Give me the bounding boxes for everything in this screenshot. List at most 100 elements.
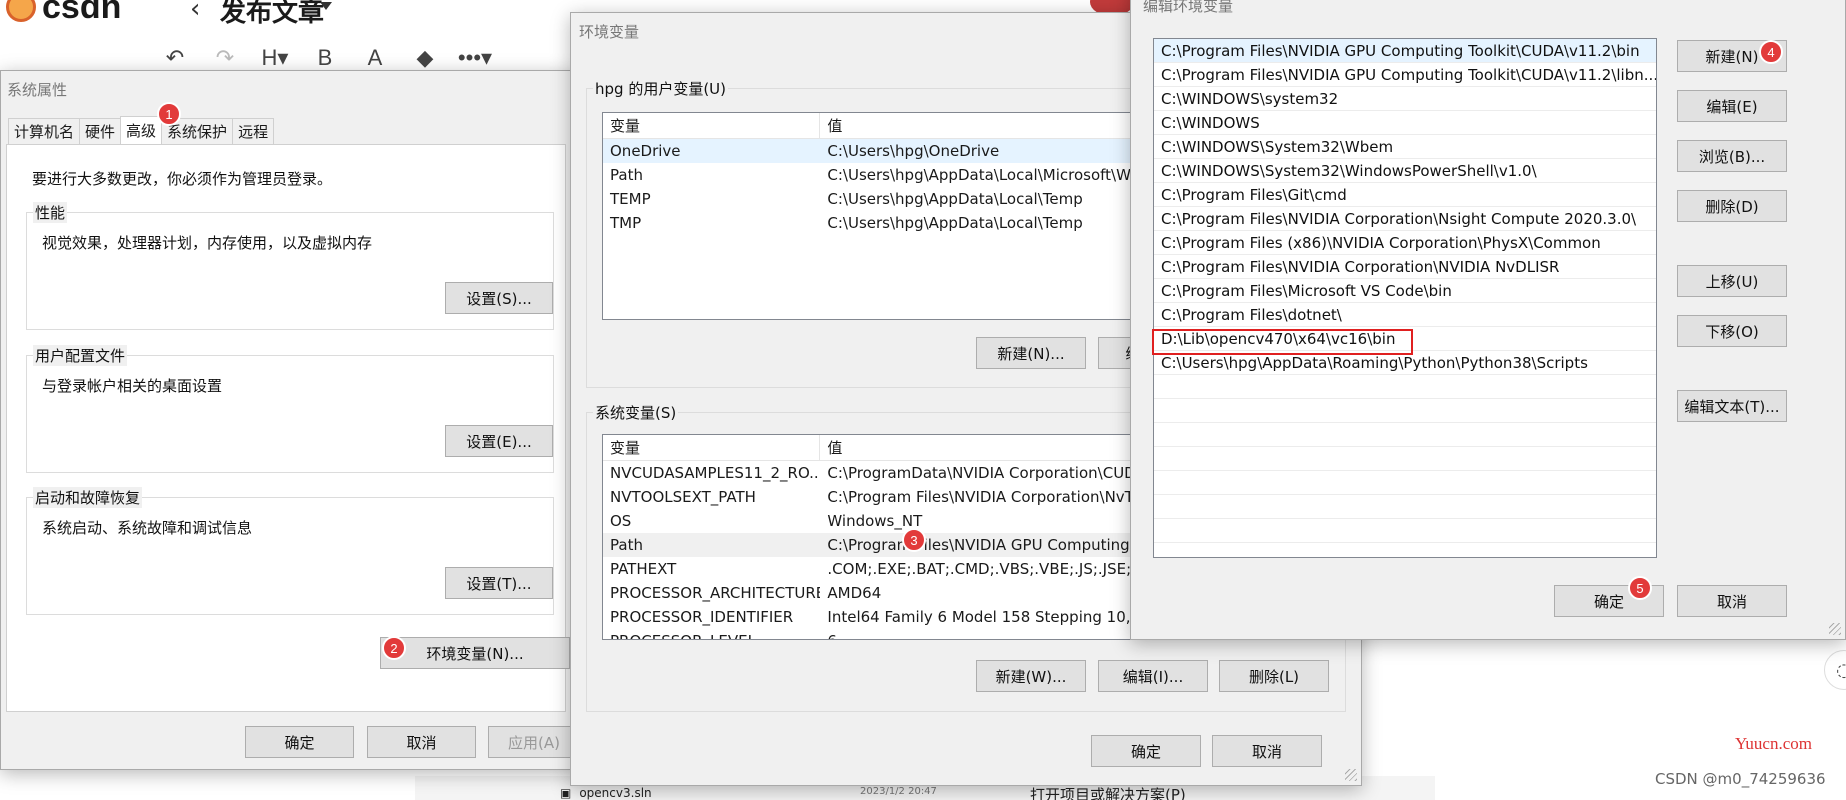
path-entry[interactable]: C:\WINDOWS\system32: [1154, 87, 1656, 111]
window-title: 编辑环境变量: [1143, 0, 1234, 15]
empty-path-slot[interactable]: [1154, 375, 1656, 399]
editor-toolbar: ↶ ↷ H▾ B A ◆ •••▾: [150, 44, 500, 72]
open-project-link[interactable]: 打开项目或解决方案(P): [1030, 784, 1186, 800]
variable-name: NVTOOLSEXT_PATH: [610, 488, 756, 506]
environment-variables-button[interactable]: 环境变量(N)...: [380, 637, 570, 669]
page-title: 发布文章: [220, 0, 325, 28]
path-entries-list: C:\Program Files\NVIDIA GPU Computing To…: [1153, 38, 1657, 558]
performance-settings-button[interactable]: 设置(S)...: [445, 282, 553, 314]
envvars-cancel-button[interactable]: 取消: [1212, 735, 1322, 767]
window-title: 系统属性: [7, 81, 68, 99]
tab-4[interactable]: 远程: [232, 118, 275, 144]
heading-icon[interactable]: H▾: [250, 44, 300, 72]
startup-settings-button[interactable]: 设置(T)...: [445, 567, 553, 599]
group-label: 系统变量(S): [593, 402, 679, 423]
path-entry[interactable]: C:\Program Files\NVIDIA Corporation\Nsig…: [1154, 207, 1656, 231]
fill-color-icon[interactable]: ◆: [400, 44, 450, 72]
empty-path-slot[interactable]: [1154, 495, 1656, 519]
empty-path-slot[interactable]: [1154, 471, 1656, 495]
watermark-author: CSDN @m0_74259636: [1655, 770, 1826, 788]
path-edit-text-button[interactable]: 编辑文本(T)...: [1677, 390, 1787, 422]
column-header-variable[interactable]: 变量: [603, 435, 821, 460]
variable-name: NVCUDASAMPLES11_2_RO...: [610, 464, 821, 482]
file-date: 2023/1/2 20:47: [860, 786, 937, 797]
highlight-box: [1152, 329, 1413, 355]
path-entry[interactable]: C:\Program Files\Git\cmd: [1154, 183, 1656, 207]
redo-icon[interactable]: ↷: [200, 44, 250, 72]
sysprops-apply-button[interactable]: 应用(A): [488, 726, 580, 758]
variable-name: PROCESSOR_ARCHITECTURE: [610, 584, 821, 602]
variable-name: Path: [610, 536, 643, 554]
path-delete-button[interactable]: 删除(D): [1677, 190, 1787, 222]
chevron-left-icon[interactable]: ‹: [190, 0, 200, 24]
step-marker-5: 5: [1628, 576, 1652, 600]
watermark-site: Yuucn.com: [1735, 734, 1812, 753]
variable-name: PROCESSOR_LEVEL: [603, 632, 820, 639]
resize-grip[interactable]: [1829, 623, 1841, 635]
caret-down-icon[interactable]: [320, 2, 332, 10]
system-delete-button[interactable]: 删除(L): [1219, 660, 1329, 692]
path-entry[interactable]: C:\WINDOWS: [1154, 111, 1656, 135]
empty-path-slot[interactable]: [1154, 447, 1656, 471]
more-icon[interactable]: •••▾: [450, 44, 500, 72]
path-entry[interactable]: C:\WINDOWS\System32\Wbem: [1154, 135, 1656, 159]
group-label: 用户配置文件: [33, 345, 128, 366]
sysprops-cancel-button[interactable]: 取消: [367, 726, 476, 758]
group-label: 启动和故障恢复: [33, 487, 143, 508]
group-label: hpg 的用户变量(U): [593, 78, 729, 99]
step-marker-1: 1: [157, 102, 181, 126]
path-entry[interactable]: C:\Program Files\NVIDIA GPU Computing To…: [1154, 63, 1656, 87]
variable-name: OneDrive: [610, 142, 681, 160]
window-title: 环境变量: [579, 23, 640, 41]
empty-path-slot[interactable]: [1154, 423, 1656, 447]
csdn-logo[interactable]: csdn: [6, 0, 121, 24]
variable-name: TMP: [610, 214, 642, 232]
path-move-up-button[interactable]: 上移(U): [1677, 265, 1787, 297]
variable-name: TEMP: [610, 190, 651, 208]
admin-note: 要进行大多数更改，你必须作为管理员登录。: [32, 170, 333, 188]
empty-path-slot[interactable]: [1154, 399, 1656, 423]
user-profile-settings-button[interactable]: 设置(E)...: [445, 425, 553, 457]
variable-name: PATHEXT: [610, 560, 677, 578]
tab-1[interactable]: 硬件: [79, 118, 122, 144]
editenv-cancel-button[interactable]: 取消: [1677, 585, 1787, 617]
startup-recovery-desc: 系统启动、系统故障和调试信息: [42, 519, 253, 537]
user-profile-desc: 与登录帐户相关的桌面设置: [42, 377, 223, 395]
file-item[interactable]: ▣ opencv3.sln: [560, 786, 652, 800]
path-entry[interactable]: C:\Program Files\NVIDIA Corporation\NVID…: [1154, 255, 1656, 279]
tab-2[interactable]: 高级: [120, 116, 163, 144]
path-edit-button[interactable]: 编辑(E): [1677, 90, 1787, 122]
path-browse-button[interactable]: 浏览(B)...: [1677, 140, 1787, 172]
group-label: 性能: [33, 202, 68, 223]
user-new-button[interactable]: 新建(N)...: [976, 337, 1086, 369]
logo-mascot-icon: [6, 0, 36, 22]
system-new-button[interactable]: 新建(W)...: [976, 660, 1086, 692]
resize-grip[interactable]: [1345, 769, 1357, 781]
font-color-icon[interactable]: A: [350, 44, 400, 72]
undo-icon[interactable]: ↶: [150, 44, 200, 72]
path-entry[interactable]: C:\WINDOWS\System32\WindowsPowerShell\v1…: [1154, 159, 1656, 183]
variable-name: OS: [610, 512, 632, 530]
performance-desc: 视觉效果，处理器计划，内存使用，以及虚拟内存: [42, 234, 373, 252]
variable-name: Path: [610, 166, 643, 184]
step-marker-4: 4: [1759, 40, 1783, 64]
step-marker-3: 3: [902, 528, 926, 552]
empty-path-slot[interactable]: [1154, 519, 1656, 543]
file-name: opencv3.sln: [579, 786, 652, 800]
headset-icon[interactable]: ◌: [1824, 650, 1846, 690]
envvars-ok-button[interactable]: 确定: [1091, 735, 1201, 767]
path-entry[interactable]: C:\Program Files\NVIDIA GPU Computing To…: [1154, 39, 1656, 63]
variable-name: PROCESSOR_IDENTIFIER: [610, 608, 794, 626]
tab-strip: 计算机名 硬件 高级 系统保护 远程: [8, 116, 275, 144]
path-entry[interactable]: C:\Program Files (x86)\NVIDIA Corporatio…: [1154, 231, 1656, 255]
column-header-variable[interactable]: 变量: [603, 113, 821, 138]
solution-file-icon: ▣: [560, 786, 572, 800]
path-entry[interactable]: C:\Program Files\Microsoft VS Code\bin: [1154, 279, 1656, 303]
bold-icon[interactable]: B: [300, 44, 350, 72]
sysprops-ok-button[interactable]: 确定: [245, 726, 354, 758]
step-marker-2: 2: [382, 636, 406, 660]
path-entry[interactable]: C:\Program Files\dotnet\: [1154, 303, 1656, 327]
path-move-down-button[interactable]: 下移(O): [1677, 315, 1787, 347]
tab-0[interactable]: 计算机名: [8, 118, 81, 144]
system-edit-button[interactable]: 编辑(I)...: [1098, 660, 1208, 692]
